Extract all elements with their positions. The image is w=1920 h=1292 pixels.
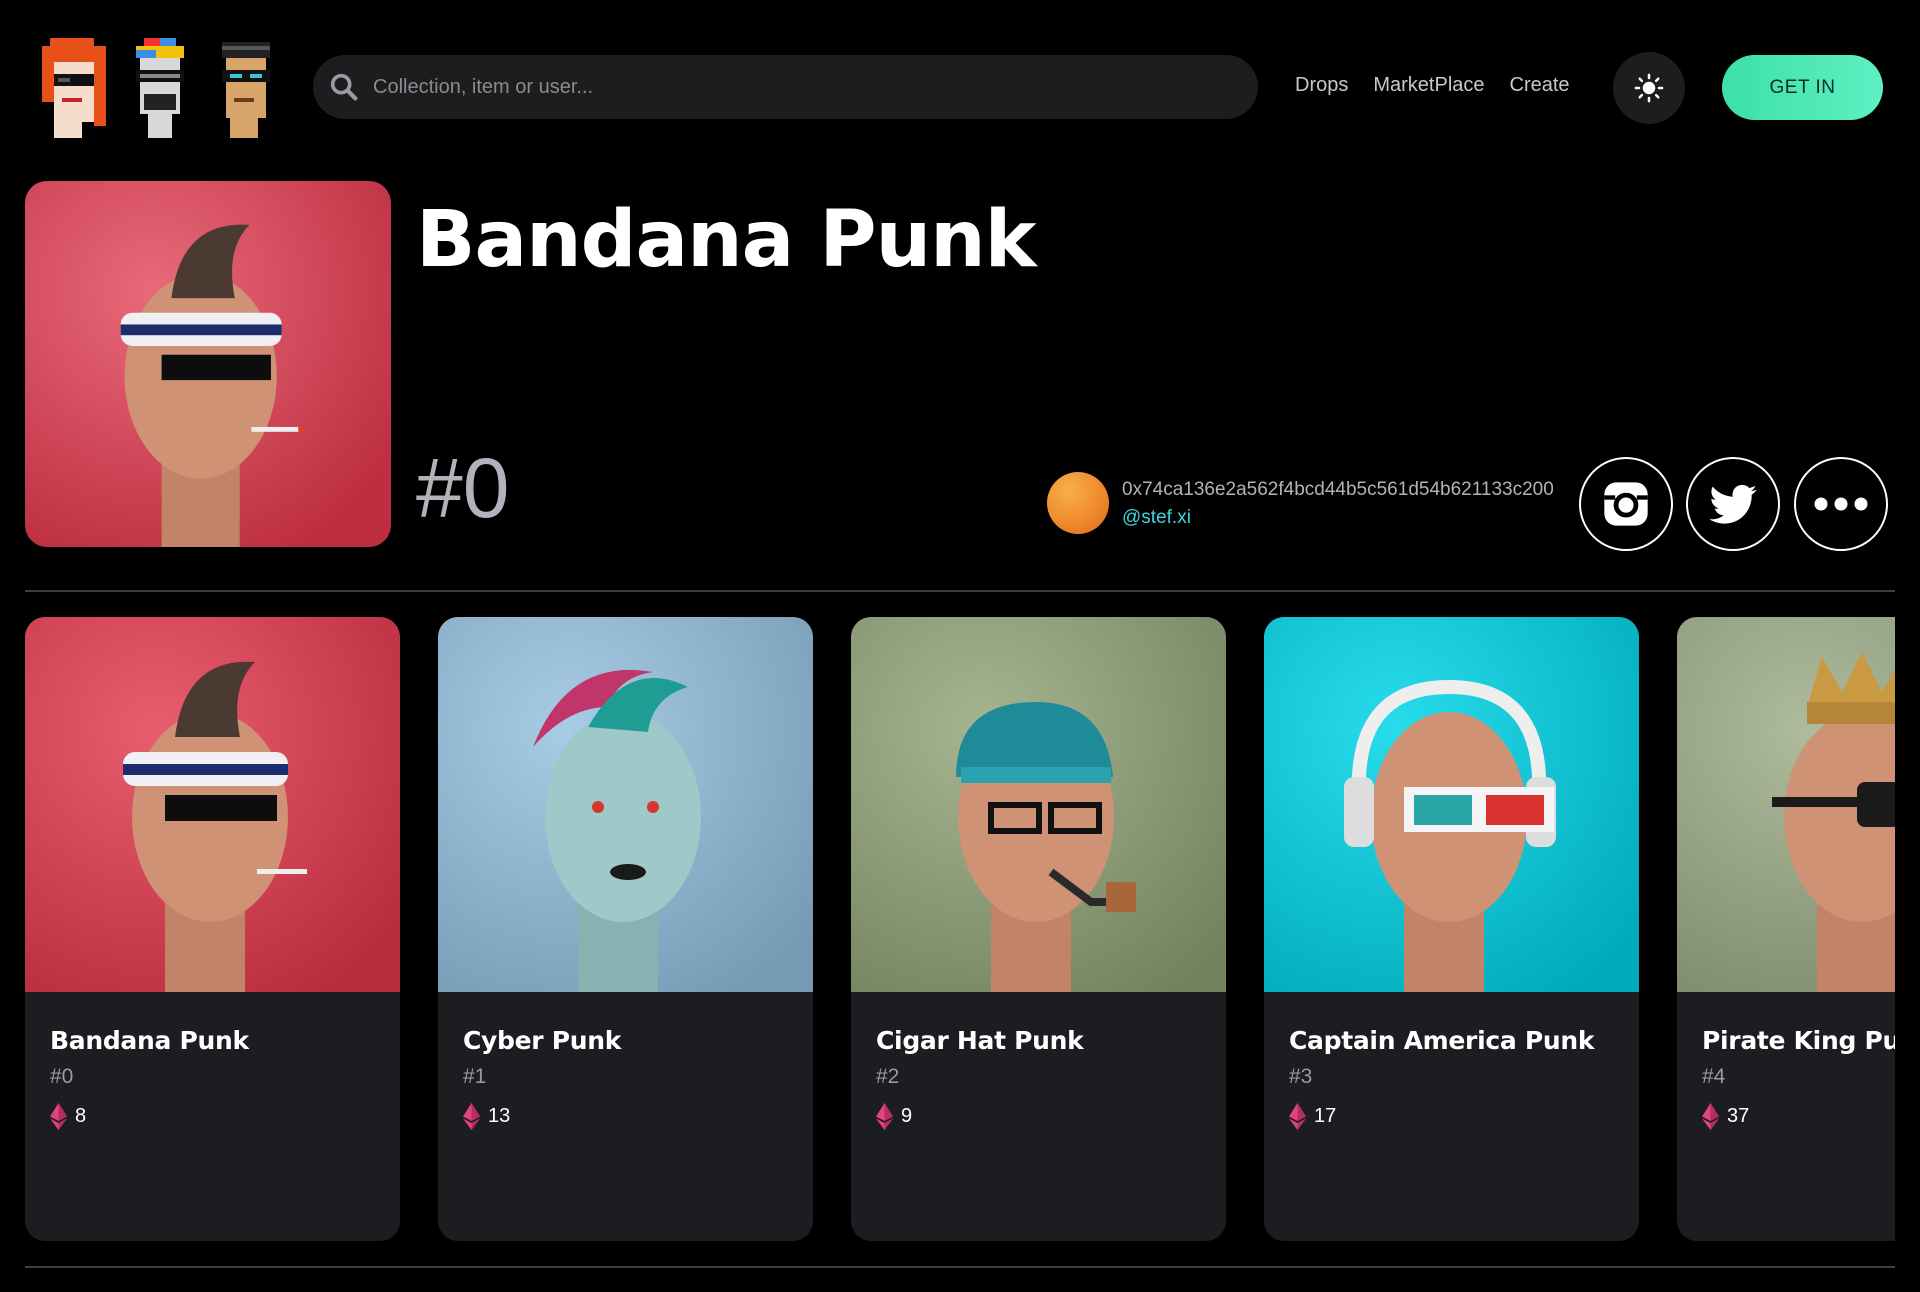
- nft-card-number: #2: [876, 1065, 900, 1088]
- nft-card-track: Bandana Punk #0 8 Cyber Punk #1 13 Cigar…: [25, 617, 1895, 1241]
- main-nav: Drops MarketPlace Create: [1295, 74, 1570, 97]
- cigar-punk-portrait: [851, 617, 1226, 992]
- search-icon: [330, 73, 358, 101]
- nft-card-body: Cigar Hat Punk #2 9: [851, 992, 1226, 1130]
- nav-marketplace[interactable]: MarketPlace: [1373, 74, 1484, 97]
- hero-nft-image: [25, 181, 391, 547]
- nft-card-price-value: 9: [901, 1105, 913, 1127]
- nft-card-price-value: 37: [1727, 1105, 1750, 1127]
- nft-card-body: Pirate King Punk #4 37: [1677, 992, 1895, 1130]
- more-options-button[interactable]: [1794, 457, 1888, 551]
- nft-card-number: #0: [50, 1065, 74, 1088]
- nft-card-name: Pirate King Punk: [1702, 1026, 1895, 1055]
- pixel-punks-logo[interactable]: [38, 36, 290, 140]
- nft-number: #0: [416, 441, 510, 535]
- nft-card-body: Bandana Punk #0 8: [25, 992, 400, 1130]
- owner-avatar[interactable]: [1047, 472, 1109, 534]
- nft-title: Bandana Punk: [416, 195, 1037, 285]
- nft-card-image: [1264, 617, 1639, 992]
- nft-card-0[interactable]: Bandana Punk #0 8: [25, 617, 400, 1241]
- nft-card-name: Bandana Punk: [50, 1026, 249, 1055]
- nft-card-number: #1: [463, 1065, 487, 1088]
- search-input[interactable]: [373, 55, 1258, 119]
- glasses-punk-icon: [222, 42, 270, 138]
- twitter-icon: [1709, 484, 1757, 524]
- nav-drops[interactable]: Drops: [1295, 74, 1348, 97]
- nft-card-name: Captain America Punk: [1289, 1026, 1595, 1055]
- nft-card-price-value: 13: [488, 1105, 511, 1127]
- pirate-punk-portrait: [1677, 617, 1895, 992]
- nft-card-price: 8: [50, 1103, 400, 1130]
- nft-card-3[interactable]: Captain America Punk #3 17: [1264, 617, 1639, 1241]
- nft-card-body: Captain America Punk #3 17: [1264, 992, 1639, 1130]
- section-divider: [25, 590, 1895, 592]
- nft-card-number: #4: [1702, 1065, 1726, 1088]
- instagram-button[interactable]: [1579, 457, 1673, 551]
- nft-card-number: #3: [1289, 1065, 1313, 1088]
- instagram-icon: [1604, 482, 1648, 526]
- nft-card-name: Cigar Hat Punk: [876, 1026, 1084, 1055]
- nft-card-4[interactable]: Pirate King Punk #4 37: [1677, 617, 1895, 1241]
- nft-card-image: [25, 617, 400, 992]
- cap-punk-icon: [136, 38, 184, 138]
- owner-handle-link[interactable]: @stef.xi: [1122, 507, 1191, 529]
- ethereum-icon: [463, 1103, 480, 1130]
- nft-card-image: [1677, 617, 1895, 992]
- nft-card-price: 13: [463, 1103, 813, 1130]
- ethereum-icon: [1702, 1103, 1719, 1130]
- red-hair-punk-icon: [42, 38, 106, 138]
- twitter-button[interactable]: [1686, 457, 1780, 551]
- sun-icon: [1634, 73, 1664, 103]
- get-in-button[interactable]: GET IN: [1722, 55, 1883, 120]
- nft-card-image: [438, 617, 813, 992]
- nft-card-price-value: 8: [75, 1105, 87, 1127]
- owner-address: 0x74ca136e2a562f4bcd44b5c561d54b621133c2…: [1122, 479, 1554, 500]
- bottom-divider: [25, 1266, 1895, 1268]
- nft-card-image: [851, 617, 1226, 992]
- captain-punk-portrait: [1264, 617, 1639, 992]
- nft-card-2[interactable]: Cigar Hat Punk #2 9: [851, 617, 1226, 1241]
- nft-card-price: 17: [1289, 1103, 1639, 1130]
- cyber-punk-portrait: [438, 617, 813, 992]
- nft-card-price: 9: [876, 1103, 1226, 1130]
- top-header: Drops MarketPlace Create GET IN: [0, 0, 1920, 175]
- bandana-punk-portrait: [25, 181, 391, 547]
- ethereum-icon: [50, 1103, 67, 1130]
- more-icon: [1814, 497, 1868, 511]
- nav-create[interactable]: Create: [1510, 74, 1570, 97]
- ethereum-icon: [1289, 1103, 1306, 1130]
- bandana-punk-portrait: [25, 617, 400, 992]
- nft-card-price: 37: [1702, 1103, 1895, 1130]
- nft-card-body: Cyber Punk #1 13: [438, 992, 813, 1130]
- ethereum-icon: [876, 1103, 893, 1130]
- nft-card-name: Cyber Punk: [463, 1026, 622, 1055]
- nft-card-1[interactable]: Cyber Punk #1 13: [438, 617, 813, 1241]
- theme-toggle-button[interactable]: [1613, 52, 1685, 124]
- nft-carousel[interactable]: Bandana Punk #0 8 Cyber Punk #1 13 Cigar…: [25, 617, 1895, 1241]
- search-bar[interactable]: [313, 55, 1258, 119]
- nft-card-price-value: 17: [1314, 1105, 1337, 1127]
